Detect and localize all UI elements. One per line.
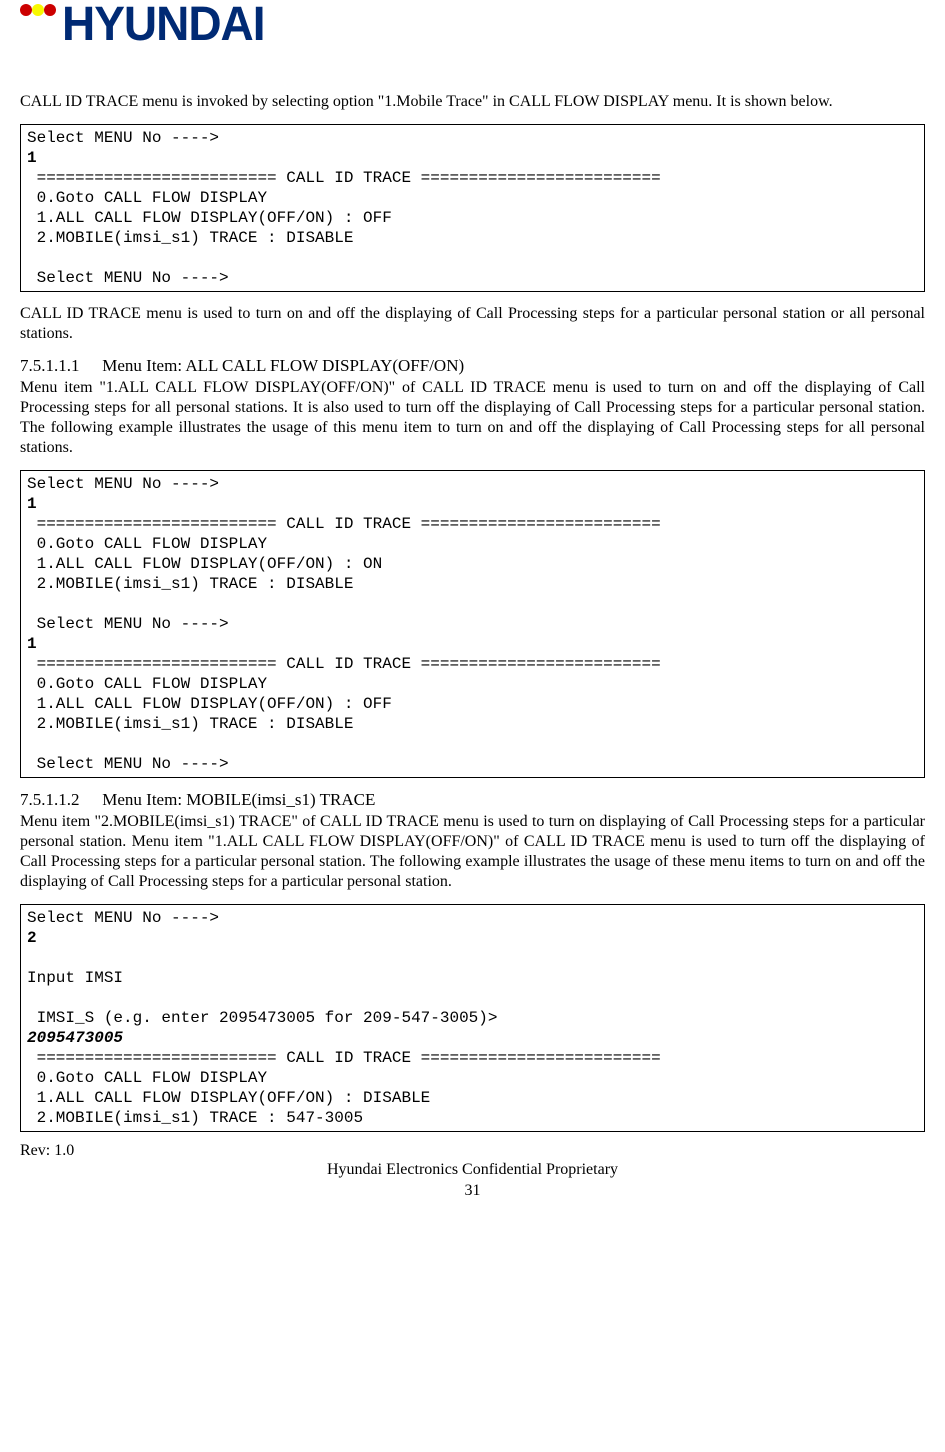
- dot-red-icon: [20, 4, 32, 16]
- code-line: Select MENU No ---->: [27, 615, 229, 633]
- code-line: Select MENU No ---->: [27, 475, 219, 493]
- code-line: 0.Goto CALL FLOW DISPLAY: [27, 1069, 267, 1087]
- code-line: 2.MOBILE(imsi_s1) TRACE : DISABLE: [27, 229, 353, 247]
- code-line: Select MENU No ---->: [27, 129, 219, 147]
- heading-title: Menu Item: MOBILE(imsi_s1) TRACE: [102, 790, 375, 809]
- page-footer: Hyundai Electronics Confidential Proprie…: [20, 1160, 925, 1202]
- code-line: Select MENU No ---->: [27, 269, 229, 287]
- footer-confidential: Hyundai Electronics Confidential Proprie…: [327, 1161, 618, 1178]
- code-line: 1.ALL CALL FLOW DISPLAY(OFF/ON) : OFF: [27, 695, 392, 713]
- wordmark-logo: HYUNDAI: [62, 0, 265, 47]
- code-line: 2.MOBILE(imsi_s1) TRACE : 547-3005: [27, 1109, 363, 1127]
- code-block-imsi-example: Select MENU No ----> 2 Input IMSI IMSI_S…: [20, 904, 925, 1132]
- code-line-input: 1: [27, 149, 37, 167]
- heading-7-5-1-1-1: 7.5.1.1.1 Menu Item: ALL CALL FLOW DISPL…: [20, 356, 925, 376]
- code-block-toggle-example: Select MENU No ----> 1 =================…: [20, 470, 925, 778]
- code-line: Input IMSI: [27, 969, 123, 987]
- code-line: ========================= CALL ID TRACE …: [27, 1049, 661, 1067]
- paragraph-menu-item-1: Menu item "1.ALL CALL FLOW DISPLAY(OFF/O…: [20, 378, 925, 458]
- code-line-input: 1: [27, 495, 37, 513]
- code-line: IMSI_S (e.g. enter 2095473005 for 209-54…: [27, 1009, 497, 1027]
- code-line: ========================= CALL ID TRACE …: [27, 655, 661, 673]
- code-line: 1.ALL CALL FLOW DISPLAY(OFF/ON) : ON: [27, 555, 382, 573]
- page-header: HYUNDAI: [20, 0, 925, 52]
- paragraph-menu-item-2: Menu item "2.MOBILE(imsi_s1) TRACE" of C…: [20, 812, 925, 892]
- code-block-call-id-trace: Select MENU No ----> 1 =================…: [20, 124, 925, 292]
- heading-number: 7.5.1.1.1: [20, 356, 98, 376]
- code-line: Select MENU No ---->: [27, 909, 219, 927]
- code-line: 1.ALL CALL FLOW DISPLAY(OFF/ON) : DISABL…: [27, 1089, 430, 1107]
- code-line: 0.Goto CALL FLOW DISPLAY: [27, 675, 267, 693]
- code-line-input: 2: [27, 929, 37, 947]
- heading-number: 7.5.1.1.2: [20, 790, 98, 810]
- paragraph-intro: CALL ID TRACE menu is invoked by selecti…: [20, 92, 925, 112]
- code-line-input: 1: [27, 635, 37, 653]
- logo-dots: [20, 4, 56, 16]
- heading-7-5-1-1-2: 7.5.1.1.2 Menu Item: MOBILE(imsi_s1) TRA…: [20, 790, 925, 810]
- dot-red-icon: [44, 4, 56, 16]
- code-line: ========================= CALL ID TRACE …: [27, 515, 661, 533]
- code-line: 0.Goto CALL FLOW DISPLAY: [27, 189, 267, 207]
- code-line: Select MENU No ---->: [27, 755, 229, 773]
- paragraph-description: CALL ID TRACE menu is used to turn on an…: [20, 304, 925, 344]
- code-line-input-imsi: 2095473005: [27, 1029, 123, 1047]
- heading-title: Menu Item: ALL CALL FLOW DISPLAY(OFF/ON): [102, 356, 464, 375]
- code-line: 0.Goto CALL FLOW DISPLAY: [27, 535, 267, 553]
- code-line: ========================= CALL ID TRACE …: [27, 169, 661, 187]
- code-line: 1.ALL CALL FLOW DISPLAY(OFF/ON) : OFF: [27, 209, 392, 227]
- footer-revision: Rev: 1.0: [20, 1142, 925, 1160]
- code-line: 2.MOBILE(imsi_s1) TRACE : DISABLE: [27, 715, 353, 733]
- footer-page-number: 31: [465, 1182, 481, 1199]
- dot-yellow-icon: [32, 4, 44, 16]
- code-line: 2.MOBILE(imsi_s1) TRACE : DISABLE: [27, 575, 353, 593]
